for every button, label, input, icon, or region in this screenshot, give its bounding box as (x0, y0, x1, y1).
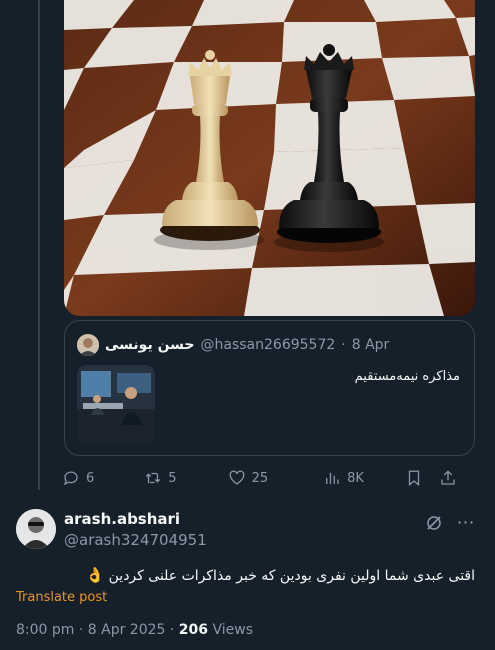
post-image[interactable] (64, 0, 475, 316)
reply-icon (63, 471, 78, 486)
action-bar: 6 5 25 8K (62, 467, 480, 489)
like-button[interactable]: 25 (228, 469, 269, 487)
views-label: Views (208, 622, 253, 638)
reply-author-avatar[interactable] (16, 509, 56, 549)
quoted-tweet-thumbnail[interactable] (77, 365, 155, 443)
repost-count: 5 (168, 470, 177, 486)
reply-author-handle[interactable]: @arash324704951 (64, 531, 207, 549)
reply-text-body: اقتی عبدی شما اولین نفری بودین که خبر مذ… (108, 568, 475, 584)
quoted-tweet-card[interactable]: حسن یونسی @hassan26695572 · 8 Apr مذاکره… (64, 320, 475, 456)
reply-author-name[interactable]: arash.abshari (64, 510, 180, 528)
heart-icon (229, 470, 244, 485)
share-icon (441, 470, 455, 485)
views-button[interactable]: 8K (323, 469, 364, 487)
quoted-author-avatar[interactable] (77, 334, 99, 356)
reply-count: 6 (86, 470, 95, 486)
translate-post-link[interactable]: Translate post (16, 590, 107, 605)
thread-line (38, 0, 40, 490)
like-count: 25 (251, 470, 269, 486)
repost-icon (146, 472, 161, 484)
quoted-author-handle[interactable]: @hassan26695572 (201, 337, 336, 353)
quoted-tweet-header: حسن یونسی @hassan26695572 · 8 Apr (77, 333, 462, 357)
quoted-author-name[interactable]: حسن یونسی (105, 337, 195, 353)
views-count: 8K (347, 470, 364, 486)
repost-button[interactable]: 5 (144, 469, 177, 487)
post-timestamp[interactable]: 8:00 pm · 8 Apr 2025 · (16, 622, 179, 638)
share-button[interactable] (439, 469, 457, 487)
post-view-count: 206 (178, 622, 209, 638)
reply-button[interactable]: 6 (62, 469, 94, 487)
quoted-separator: · (341, 337, 346, 353)
post-metadata: 8:00 pm · 8 Apr 2025 · 206 Views (16, 622, 253, 638)
bookmark-icon (408, 470, 420, 487)
bookmark-button[interactable] (405, 469, 423, 487)
quoted-date[interactable]: 8 Apr (352, 337, 390, 353)
quoted-tweet-text: مذاکره نیمه‌مستقیم (354, 369, 460, 384)
chess-pieces-image (64, 0, 475, 316)
views-bar-chart-icon (326, 472, 339, 484)
reply-tweet-text: اقتی عبدی شما اولین نفری بودین که خبر مذ… (86, 566, 476, 584)
ok-hand-emoji: 👌 (85, 566, 105, 584)
more-options-icon[interactable]: ⋯ (456, 513, 476, 533)
grok-icon[interactable] (425, 514, 443, 532)
